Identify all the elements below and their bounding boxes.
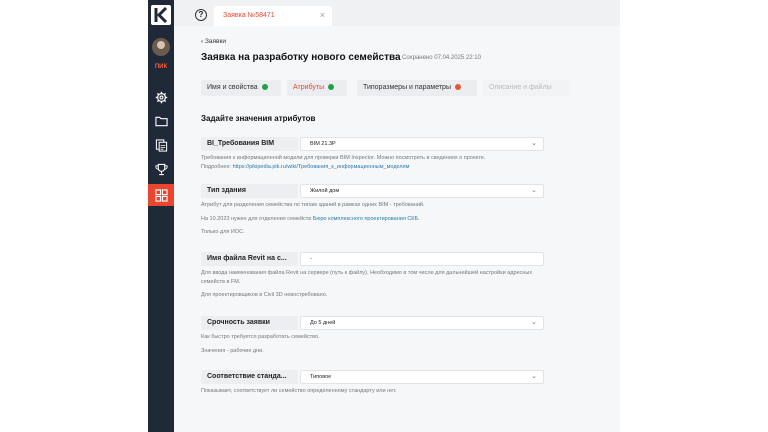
help-text-standard: Показывает, соответствует ли семейство о… xyxy=(201,388,397,394)
help-text-bim: Требования к информационной модели для п… xyxy=(201,155,486,170)
step-label: Описание и файлы xyxy=(489,84,552,91)
page-title: Заявка на разработку нового семейства xyxy=(201,52,401,63)
select-standard[interactable]: Типовое ⌄ xyxy=(300,370,544,384)
gear-icon[interactable] xyxy=(153,89,169,105)
check-icon xyxy=(261,83,268,90)
select-value: Типовое xyxy=(310,374,332,380)
breadcrumb[interactable]: ‹ Заявки xyxy=(201,38,226,45)
field-label-urgency: Срочность заявки xyxy=(201,316,298,330)
tab-sizes-and-parameters[interactable]: Типоразмеры и параметры xyxy=(357,80,477,96)
section-title: Задайте значения атрибутов xyxy=(201,114,316,123)
select-value: BIM 21.3P xyxy=(310,141,336,147)
check-icon xyxy=(328,83,335,90)
close-icon[interactable]: × xyxy=(320,10,325,20)
folder-icon[interactable] xyxy=(153,113,169,129)
select-value: До 5 дней xyxy=(310,320,336,326)
input-revit-file[interactable]: - xyxy=(300,252,544,266)
select-bim[interactable]: BIM 21.3P ⌄ xyxy=(300,137,544,151)
tab-request[interactable]: Заявка №58471 × xyxy=(214,6,332,26)
select-urgency[interactable]: До 5 дней ⌄ xyxy=(300,316,544,330)
tab-bar: ? Заявка №58471 × xyxy=(174,0,620,26)
field-label-standard: Соответствие станда... xyxy=(201,370,298,384)
nav-rail: ПИК xyxy=(148,0,174,432)
tab-name-and-properties[interactable]: Имя и свойства xyxy=(201,80,281,96)
tab-request-label: Заявка №58471 xyxy=(223,12,275,19)
select-building-type[interactable]: Жилой дом ⌄ xyxy=(300,184,544,198)
saved-status: Сохранено 07.04.2025 22:10 xyxy=(402,55,481,61)
chevron-down-icon: ⌄ xyxy=(531,140,537,147)
tab-attributes[interactable]: Атрибуты xyxy=(287,80,347,96)
main-content: ? Заявка №58471 × ‹ Заявки Заявка на раз… xyxy=(174,0,620,432)
help-link[interactable]: https://pikipedia.pik.ru/wiki/Требования… xyxy=(233,164,410,170)
field-label-bim: BI_Требования BIM xyxy=(201,137,298,151)
chevron-down-icon: ⌄ xyxy=(531,373,537,380)
documents-icon[interactable] xyxy=(153,137,169,153)
chevron-down-icon: ⌄ xyxy=(531,187,537,194)
step-label: Атрибуты xyxy=(293,84,325,91)
select-value: Жилой дом xyxy=(310,188,340,194)
error-icon xyxy=(454,83,461,90)
brand-label: ПИК xyxy=(154,64,168,70)
grid-icon[interactable] xyxy=(148,184,174,206)
field-label-revit-file: Имя файла Revit на с... xyxy=(201,252,298,266)
help-text-revit-file: Для ввода наименования файла Revit на се… xyxy=(201,270,533,298)
step-label: Типоразмеры и параметры xyxy=(363,84,451,91)
tab-description-and-files: Описание и файлы xyxy=(483,80,569,96)
help-link[interactable]: Бюро комплексного проектирования СКБ. xyxy=(313,216,420,222)
avatar[interactable] xyxy=(152,38,170,56)
help-text-building-type: Атрибут для разделения семейства по типа… xyxy=(201,202,425,235)
field-label-building-type: Тип здания xyxy=(201,184,298,198)
app-logo-icon[interactable] xyxy=(150,4,172,26)
help-text-urgency: Как быстро требуется разработать семейст… xyxy=(201,334,320,354)
step-label: Имя и свойства xyxy=(207,84,258,91)
help-icon[interactable]: ? xyxy=(195,9,207,21)
input-value: - xyxy=(310,256,312,262)
chevron-down-icon: ⌄ xyxy=(531,319,537,326)
trophy-icon[interactable] xyxy=(153,161,169,177)
